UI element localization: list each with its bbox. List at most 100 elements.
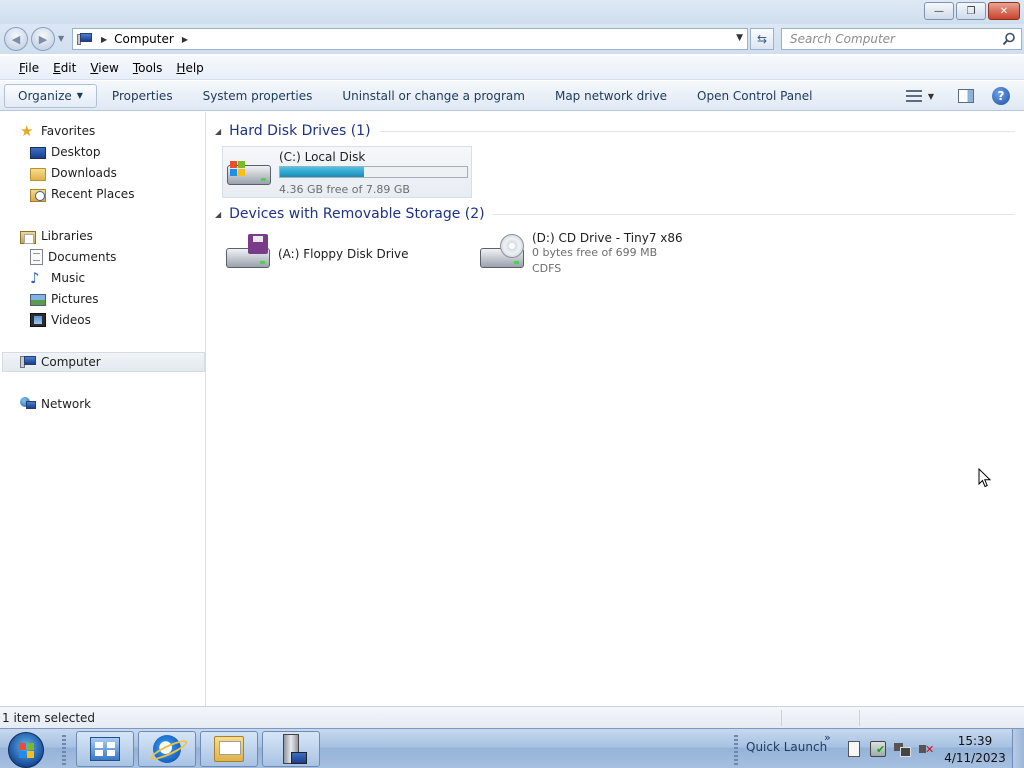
command-bar-right: ▼ ? [905, 81, 1024, 111]
taskbar-grip[interactable] [62, 735, 66, 765]
status-bar: 1 item selected [0, 706, 1024, 728]
quick-launch-chevron-icon[interactable]: » [824, 731, 831, 744]
taskbar-internet-explorer[interactable] [138, 731, 196, 767]
address-row: ◀ ▶ ▼ ▶ Computer ▶ ▼ ⇆ Search Computer [0, 24, 1024, 54]
search-input[interactable]: Search Computer [781, 28, 1022, 50]
views-dropdown-icon[interactable]: ▼ [928, 92, 934, 101]
videos-icon [30, 313, 46, 327]
collapse-triangle-icon[interactable]: ◢ [215, 127, 221, 136]
drive-d-cd[interactable]: (D:) CD Drive - Tiny7 x86 0 bytes free o… [478, 231, 738, 278]
capacity-bar [279, 166, 468, 178]
search-icon[interactable] [1002, 32, 1016, 46]
drive-c-local-disk[interactable]: (C:) Local Disk 4.36 GB free of 7.89 GB [222, 146, 472, 198]
minimize-button[interactable]: — [924, 2, 954, 20]
collapse-triangle-icon[interactable]: ◢ [215, 210, 221, 219]
chevron-down-icon: ▼ [76, 91, 83, 100]
nav-computer[interactable]: Computer [2, 352, 205, 372]
taskbar-windows-explorer[interactable] [200, 731, 258, 767]
documents-icon [30, 249, 43, 265]
libraries-icon [20, 230, 36, 244]
quick-launch-toolbar[interactable]: Quick Launch [746, 740, 827, 754]
recent-pages-dropdown[interactable]: ▼ [58, 34, 64, 43]
change-view-icon[interactable] [905, 89, 922, 103]
nav-videos[interactable]: Videos [30, 310, 91, 330]
menu-bar: File Edit View Tools Help [0, 56, 1024, 80]
forward-arrow-icon: ▶ [38, 32, 48, 46]
nav-music[interactable]: ♪ Music [30, 268, 85, 288]
open-control-panel-button[interactable]: Open Control Panel [682, 84, 827, 108]
windows-logo-icon [19, 743, 35, 759]
taskbar-control-panel[interactable] [76, 731, 134, 767]
clock[interactable]: 15:39 4/11/2023 [940, 733, 1010, 767]
nav-downloads[interactable]: Downloads [30, 163, 117, 183]
volume-muted-icon[interactable] [918, 741, 934, 757]
content-pane: ◢ Hard Disk Drives (1) (C:) Local Disk 4… [207, 112, 1024, 706]
nav-desktop[interactable]: Desktop [30, 142, 101, 162]
map-network-drive-button[interactable]: Map network drive [540, 84, 682, 108]
drive-free-space: 0 bytes free of 699 MB [532, 246, 658, 259]
properties-button[interactable]: Properties [97, 84, 188, 108]
clock-time: 15:39 [957, 734, 993, 748]
nav-libraries[interactable]: Libraries [20, 226, 93, 246]
breadcrumb-chevron-icon[interactable]: ▶ [182, 35, 188, 44]
help-icon[interactable]: ? [992, 87, 1010, 105]
refresh-button[interactable]: ⇆ [750, 28, 774, 50]
nav-recent-places[interactable]: Recent Places [30, 184, 134, 204]
windows-explorer-icon [214, 736, 244, 762]
address-bar[interactable]: ▶ Computer ▶ ▼ [72, 28, 748, 50]
star-icon: ★ [20, 122, 34, 140]
system-properties-button[interactable]: System properties [188, 84, 328, 108]
start-button[interactable] [8, 732, 44, 768]
close-button[interactable]: ✕ [988, 2, 1020, 20]
floppy-drive-icon [224, 232, 272, 274]
control-panel-icon [90, 737, 120, 761]
nav-favorites[interactable]: ★ Favorites [20, 121, 95, 141]
group-header-removable-storage[interactable]: ◢ Devices with Removable Storage (2) [215, 204, 1015, 224]
restore-button[interactable]: ❐ [956, 2, 986, 20]
menu-tools[interactable]: Tools [126, 59, 170, 77]
breadcrumb-chevron-icon[interactable]: ▶ [101, 35, 107, 44]
nav-pictures[interactable]: Pictures [30, 289, 99, 309]
security-shield-icon[interactable] [870, 741, 886, 757]
back-button[interactable]: ◀ [4, 27, 28, 51]
pictures-icon [30, 294, 46, 306]
network-icon [20, 396, 36, 412]
computer-icon [20, 354, 36, 370]
downloads-folder-icon [30, 167, 46, 181]
forward-button[interactable]: ▶ [31, 27, 55, 51]
menu-view[interactable]: View [83, 59, 125, 77]
menu-file[interactable]: File [12, 59, 46, 77]
title-bar: — ❐ ✕ [0, 0, 1024, 24]
recent-places-icon [30, 188, 46, 202]
taskbar-grip[interactable] [734, 735, 738, 765]
nav-network[interactable]: Network [20, 394, 91, 414]
capacity-bar-fill [280, 167, 364, 177]
cd-drive-icon [478, 232, 526, 274]
drive-free-space: 4.36 GB free of 7.89 GB [279, 183, 410, 196]
preview-pane-icon[interactable] [958, 89, 974, 103]
network-tray-icon[interactable] [894, 741, 911, 757]
uninstall-program-button[interactable]: Uninstall or change a program [327, 84, 540, 108]
drive-filesystem: CDFS [532, 262, 562, 275]
desktop-icon [30, 147, 46, 159]
group-header-hard-disk-drives[interactable]: ◢ Hard Disk Drives (1) [215, 121, 1015, 141]
show-desktop-button[interactable] [1012, 729, 1024, 768]
refresh-icon: ⇆ [756, 32, 768, 46]
action-center-icon[interactable] [848, 741, 860, 757]
music-icon: ♪ [30, 269, 40, 287]
breadcrumb-computer[interactable]: Computer [114, 32, 174, 46]
menu-help[interactable]: Help [169, 59, 210, 77]
internet-explorer-icon [153, 735, 181, 763]
nav-documents[interactable]: Documents [30, 247, 116, 267]
drive-a-floppy[interactable]: (A:) Floppy Disk Drive [224, 232, 464, 278]
navigation-pane: ★ Favorites Desktop Downloads Recent Plac… [0, 112, 206, 706]
organize-button[interactable]: Organize ▼ [4, 83, 97, 108]
drive-name: (D:) CD Drive - Tiny7 x86 [532, 231, 683, 245]
window-controls: — ❐ ✕ [924, 2, 1020, 20]
menu-edit[interactable]: Edit [46, 59, 83, 77]
address-dropdown-icon[interactable]: ▼ [736, 33, 743, 43]
taskbar-computer-window[interactable] [262, 731, 320, 767]
drive-name: (A:) Floppy Disk Drive [278, 247, 409, 261]
drive-name: (C:) Local Disk [279, 150, 366, 164]
hard-disk-icon [225, 149, 273, 191]
